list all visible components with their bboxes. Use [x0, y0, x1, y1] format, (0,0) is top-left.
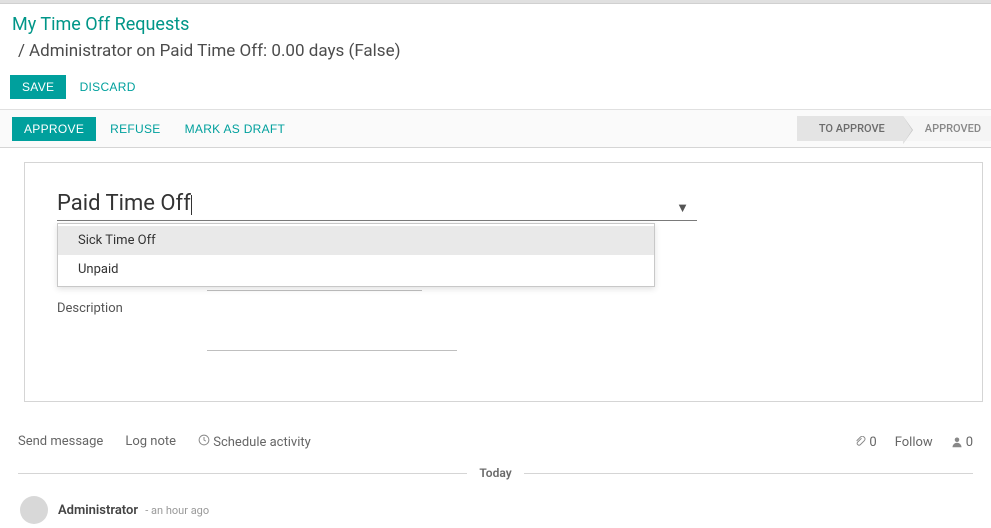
paperclip-icon	[854, 436, 866, 448]
stage-approved[interactable]: APPROVED	[903, 116, 991, 141]
schedule-activity-button[interactable]: Schedule activity	[198, 434, 311, 450]
follow-button[interactable]: Follow	[895, 435, 933, 450]
message-author[interactable]: Administrator	[58, 503, 138, 518]
save-button[interactable]: SAVE	[10, 75, 66, 99]
time-off-type-value: Paid Time Off	[57, 191, 191, 216]
chevron-down-icon[interactable]: ▼	[676, 200, 689, 216]
time-off-type-select[interactable]: Paid Time Off ▼	[57, 187, 697, 221]
divider-line	[18, 473, 467, 474]
form-sheet: Paid Time Off ▼ Sick Time Off Unpaid Dur…	[24, 162, 983, 402]
attachments-count-value: 0	[869, 435, 876, 450]
refuse-button[interactable]: REFUSE	[100, 117, 170, 141]
followers-count-value: 0	[966, 435, 973, 450]
stage-to-approve[interactable]: TO APPROVE	[797, 116, 903, 141]
mark-draft-button[interactable]: MARK AS DRAFT	[175, 117, 296, 141]
discard-button[interactable]: DISCARD	[70, 75, 146, 99]
today-label: Today	[467, 466, 523, 480]
dropdown-option-unpaid[interactable]: Unpaid	[58, 255, 654, 284]
message-time: - an hour ago	[145, 504, 209, 517]
description-label: Description	[57, 301, 207, 316]
approve-button[interactable]: APPROVE	[12, 117, 96, 141]
clock-icon	[198, 434, 210, 446]
stage-to-approve-label: TO APPROVE	[819, 122, 885, 135]
user-icon	[951, 436, 963, 448]
stage-approved-label: APPROVED	[925, 122, 981, 135]
message-row: Administrator - an hour ago	[18, 492, 973, 528]
time-off-type-dropdown: Sick Time Off Unpaid	[57, 223, 655, 287]
divider-line	[524, 473, 973, 474]
schedule-activity-label: Schedule activity	[213, 435, 311, 450]
breadcrumb-slash: /	[18, 41, 25, 61]
page-title-link[interactable]: My Time Off Requests	[12, 14, 979, 35]
description-input[interactable]	[207, 301, 457, 351]
attachments-count[interactable]: 0	[854, 435, 876, 450]
breadcrumb-text: Administrator on Paid Time Off: 0.00 day…	[29, 41, 401, 61]
breadcrumb: /Administrator on Paid Time Off: 0.00 da…	[12, 41, 979, 61]
avatar	[20, 496, 48, 524]
send-message-button[interactable]: Send message	[18, 434, 103, 450]
dropdown-option-sick[interactable]: Sick Time Off	[58, 226, 654, 255]
log-note-button[interactable]: Log note	[125, 434, 176, 450]
followers-count[interactable]: 0	[951, 435, 973, 450]
